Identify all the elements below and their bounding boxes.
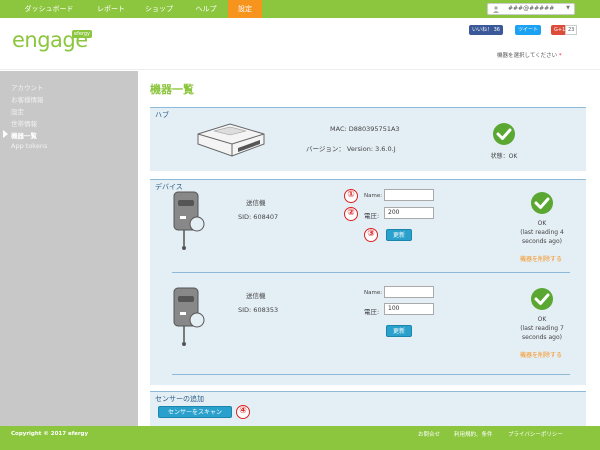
- page-title: 機器一覧: [150, 83, 194, 96]
- marker-3: ③: [364, 228, 378, 242]
- required-mark: *: [558, 53, 562, 59]
- marker-1: ①: [344, 189, 358, 203]
- hub-device-image: [197, 123, 265, 157]
- active-arrow-icon: [3, 130, 8, 138]
- marker-2: ②: [344, 207, 358, 221]
- device-name-input[interactable]: [384, 189, 434, 201]
- copyright: Copyright © 2017 efergy: [11, 431, 89, 437]
- header: engage efergy いいね！ 36 ツイート G+1 23 機器を選択し…: [0, 18, 600, 70]
- device-voltage-input[interactable]: 200: [384, 207, 434, 219]
- facebook-like-button[interactable]: いいね！ 36: [469, 25, 503, 35]
- main-content: 機器一覧 ハブ MAC: D880395751A3 バージョン： Version…: [138, 71, 600, 426]
- divider: [172, 374, 570, 375]
- name-label: Name:: [364, 193, 383, 199]
- hub-version: バージョン： Version: 3.6.0.J: [306, 145, 396, 153]
- top-nav: ダッシュボード レポート ショップ ヘルプ 設定 ###@##### ▼: [0, 0, 600, 18]
- hub-panel: ハブ MAC: D880395751A3 バージョン： Version: 3.6…: [150, 107, 586, 171]
- update-button[interactable]: 更新: [386, 325, 412, 337]
- footer-link-privacy[interactable]: プライバシーポリシー: [508, 430, 563, 438]
- user-icon: [493, 6, 499, 13]
- footer: Copyright © 2017 efergy お問合せ 利用規約、条件 プライ…: [0, 426, 600, 450]
- sidebar: アカウント お客様情報 設定 世帯情報 機器一覧 App tokens: [0, 71, 138, 426]
- user-menu[interactable]: ###@##### ▼: [487, 3, 575, 15]
- hub-panel-title: ハブ: [155, 111, 169, 119]
- remove-device-link[interactable]: 機器を削除する: [520, 350, 562, 359]
- remove-device-link[interactable]: 機器を削除する: [520, 254, 562, 263]
- devices-panel: デバイス 送信機 SID: 608407 ① Name: ② 電圧: 200 ③…: [150, 179, 586, 385]
- update-button[interactable]: 更新: [386, 229, 412, 241]
- nav-help[interactable]: ヘルプ: [184, 0, 228, 18]
- check-icon: [531, 192, 553, 214]
- device-type: 送信機: [246, 199, 266, 207]
- device-sid: SID: 608407: [238, 213, 279, 221]
- scan-sensor-button[interactable]: センサーをスキャン: [158, 406, 232, 418]
- add-sensor-title: センサーの追加: [155, 395, 204, 403]
- footer-link-terms[interactable]: 利用規約、条件: [454, 430, 493, 438]
- sidebar-item-settings[interactable]: 設定: [11, 106, 24, 116]
- device-status-detail: seconds ago): [522, 334, 562, 341]
- voltage-label: 電圧:: [364, 308, 380, 316]
- tweet-button[interactable]: ツイート: [515, 25, 542, 35]
- name-label: Name:: [364, 290, 383, 296]
- device-status-detail: seconds ago): [522, 238, 562, 245]
- sidebar-item-account[interactable]: アカウント: [11, 82, 44, 92]
- logo-badge: efergy: [72, 30, 93, 38]
- check-icon: [531, 288, 553, 310]
- nav-dashboard[interactable]: ダッシュボード: [10, 0, 88, 18]
- social-count: 23: [565, 25, 578, 35]
- hub-mac: MAC: D880395751A3: [330, 125, 400, 133]
- transmitter-image: [173, 191, 205, 250]
- device-status-detail: (last reading 7: [520, 325, 564, 332]
- sidebar-item-app-tokens[interactable]: App tokens: [11, 142, 47, 150]
- device-status-ok: OK: [537, 220, 547, 227]
- footer-link-contact[interactable]: お問合せ: [418, 430, 440, 438]
- chevron-down-icon: ▼: [566, 5, 570, 11]
- device-select-hint: 機器を選択してください *: [497, 51, 562, 59]
- sidebar-item-device-list[interactable]: 機器一覧: [11, 130, 37, 140]
- nav-reports[interactable]: レポート: [88, 0, 134, 18]
- device-status-detail: (last reading 4: [520, 229, 564, 236]
- device-voltage-input[interactable]: 100: [384, 303, 434, 315]
- device-status-ok: OK: [537, 316, 547, 323]
- device-name-input[interactable]: [384, 286, 434, 298]
- marker-4: ④: [236, 405, 250, 419]
- hub-status: 状態：OK: [490, 153, 518, 160]
- nav-shop[interactable]: ショップ: [134, 0, 184, 18]
- device-select-hint-text: 機器を選択してください: [497, 53, 558, 59]
- check-icon: [493, 123, 515, 145]
- divider: [172, 272, 570, 273]
- add-sensor-panel: センサーの追加 センサーをスキャン ④: [150, 391, 586, 426]
- device-sid: SID: 608353: [238, 306, 279, 314]
- sidebar-item-household[interactable]: 世帯情報: [11, 118, 37, 128]
- nav-settings[interactable]: 設定: [228, 0, 262, 18]
- voltage-label: 電圧:: [364, 212, 380, 220]
- logo[interactable]: engage efergy: [12, 28, 93, 52]
- sidebar-item-customer-info[interactable]: お客様情報: [11, 94, 44, 104]
- user-name: ###@#####: [508, 5, 555, 12]
- transmitter-image: [173, 287, 205, 346]
- device-type: 送信機: [246, 292, 266, 300]
